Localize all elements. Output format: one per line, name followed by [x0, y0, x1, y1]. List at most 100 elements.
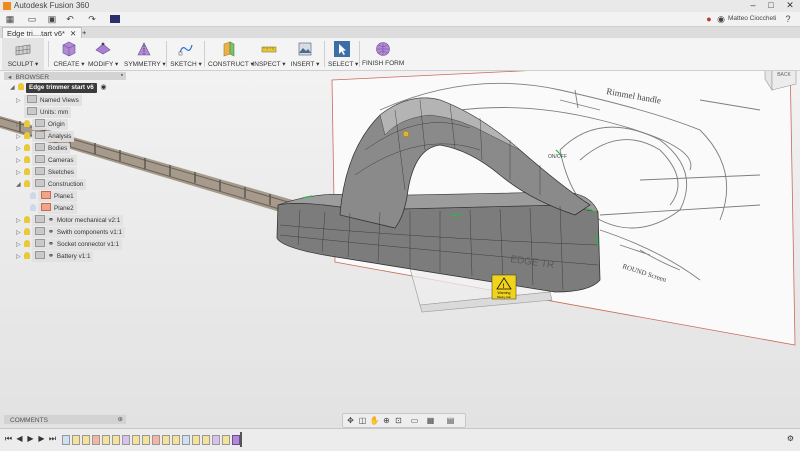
timeline-feature[interactable]: [132, 435, 140, 445]
visibility-bulb-icon[interactable]: [24, 228, 30, 235]
browser-node-motor[interactable]: ▷ ⚭ Motor mechanical v2:1: [16, 215, 124, 226]
expand-arrow-icon[interactable]: ▷: [16, 216, 24, 226]
timeline-feature[interactable]: [212, 435, 220, 445]
timeline-feature[interactable]: [122, 435, 130, 445]
visibility-bulb-icon[interactable]: [24, 252, 30, 259]
timeline-feature[interactable]: [112, 435, 120, 445]
visibility-bulb-icon[interactable]: [24, 144, 30, 151]
add-comment-icon[interactable]: ⊕: [118, 415, 123, 423]
browser-node-bodies[interactable]: ▷ Bodies: [16, 143, 71, 154]
pivot-point-icon[interactable]: [402, 130, 410, 138]
look-at-icon[interactable]: ◫: [357, 415, 368, 426]
browser-node-units[interactable]: Units: mm: [16, 107, 72, 118]
timeline-feature[interactable]: [182, 435, 190, 445]
visibility-bulb-icon[interactable]: [24, 132, 30, 139]
expand-arrow-icon[interactable]: ▷: [16, 132, 24, 142]
data-panel-grid-icon[interactable]: ▦: [4, 13, 16, 25]
timeline-feature[interactable]: [192, 435, 200, 445]
timeline-feature[interactable]: [152, 435, 160, 445]
job-status-icon[interactable]: [110, 15, 120, 23]
expand-arrow-icon[interactable]: ▷: [16, 96, 24, 106]
timeline-settings-icon[interactable]: ⚙: [786, 434, 795, 444]
user-icon[interactable]: ◉: [716, 13, 726, 25]
timeline-feature[interactable]: [222, 435, 230, 445]
finish-form-button[interactable]: FINISH FORM: [362, 38, 404, 70]
insert-menu[interactable]: INSERT ▾: [290, 38, 320, 70]
browser-node-named-views[interactable]: ▷ Named Views: [16, 95, 82, 106]
construct-menu[interactable]: CONSTRUCT ▾: [208, 38, 254, 70]
grid-settings-icon[interactable]: ▦: [425, 415, 436, 426]
visibility-bulb-icon[interactable]: [24, 156, 30, 163]
undo-icon[interactable]: ↶: [64, 13, 76, 25]
modify-menu[interactable]: MODIFY ▾: [88, 38, 118, 70]
timeline-feature[interactable]: [162, 435, 170, 445]
browser-node-plane1[interactable]: Plane1: [30, 191, 77, 202]
save-icon[interactable]: ▣: [46, 13, 58, 25]
workspace-switcher[interactable]: SCULPT ▾: [2, 38, 44, 70]
timeline-feature[interactable]: [142, 435, 150, 445]
create-menu[interactable]: CREATE ▾: [52, 38, 86, 70]
expand-arrow-icon[interactable]: ▷: [16, 156, 24, 166]
expand-arrow-icon[interactable]: ◢: [10, 83, 18, 93]
tab-close-icon[interactable]: ✕: [70, 29, 76, 38]
timeline-feature[interactable]: [62, 435, 70, 445]
browser-node-sketches[interactable]: ▷ Sketches: [16, 167, 77, 178]
timeline-feature[interactable]: [92, 435, 100, 445]
play-icon[interactable]: ▶: [26, 434, 35, 444]
user-name[interactable]: Matteo Cioccheti: [728, 13, 778, 25]
timeline-feature[interactable]: [82, 435, 90, 445]
expand-arrow-icon[interactable]: ▷: [16, 228, 24, 238]
step-back-icon[interactable]: ◀: [15, 434, 24, 444]
timeline-feature[interactable]: [102, 435, 110, 445]
minimize-button[interactable]: –: [744, 0, 762, 12]
browser-node-switch[interactable]: ▷ ⚭ Swith components v1:1: [16, 227, 125, 238]
visibility-bulb-icon[interactable]: [24, 180, 30, 187]
browser-node-socket[interactable]: ▷ ⚭ Socket connector v1:1: [16, 239, 123, 250]
new-tab-button[interactable]: +: [78, 27, 94, 38]
sketch-menu[interactable]: SKETCH ▾: [170, 38, 202, 70]
browser-node-construction[interactable]: ◢ Construction: [16, 179, 87, 190]
go-to-end-icon[interactable]: ⏭: [48, 434, 57, 444]
viewports-icon[interactable]: ▤: [445, 415, 456, 426]
go-to-start-icon[interactable]: ⏮: [4, 434, 13, 444]
select-menu[interactable]: SELECT ▾: [328, 38, 358, 70]
maximize-button[interactable]: □: [762, 0, 780, 12]
inspect-menu[interactable]: INSPECT ▾: [252, 38, 286, 70]
collapse-icon[interactable]: ◂: [8, 74, 11, 81]
redo-icon[interactable]: ↷: [86, 13, 98, 25]
expand-arrow-icon[interactable]: ▷: [16, 252, 24, 262]
browser-node-battery[interactable]: ▷ ⚭ Battery v1:1: [16, 251, 94, 262]
timeline-feature-form[interactable]: [232, 435, 240, 445]
radio-active-icon[interactable]: ◉: [101, 84, 107, 91]
fit-icon[interactable]: ⊡: [393, 415, 404, 426]
expand-arrow-icon[interactable]: ▷: [16, 240, 24, 250]
browser-panel-header[interactable]: ◂ BROWSER ▪: [4, 72, 126, 81]
timeline-feature[interactable]: [202, 435, 210, 445]
browser-node-origin[interactable]: ▷ Origin: [16, 119, 68, 130]
visibility-bulb-icon[interactable]: [18, 83, 24, 90]
expand-arrow-icon[interactable]: ▷: [16, 120, 24, 130]
expand-arrow-icon[interactable]: ▷: [16, 168, 24, 178]
step-forward-icon[interactable]: ▶: [37, 434, 46, 444]
symmetry-menu[interactable]: SYMMETRY ▾: [124, 38, 166, 70]
orbit-icon[interactable]: ✥: [345, 415, 356, 426]
visibility-bulb-icon[interactable]: [24, 120, 30, 127]
browser-node-analysis[interactable]: ▷ Analysis: [16, 131, 75, 142]
expand-arrow-icon[interactable]: ◢: [16, 180, 24, 190]
file-menu-icon[interactable]: ▭: [26, 13, 38, 25]
visibility-bulb-icon[interactable]: [30, 204, 36, 211]
browser-node-cameras[interactable]: ▷ Cameras: [16, 155, 77, 166]
visibility-bulb-icon[interactable]: [24, 216, 30, 223]
pin-icon[interactable]: ▪: [121, 72, 123, 79]
record-icon[interactable]: ●: [704, 13, 714, 25]
visibility-bulb-icon[interactable]: [24, 240, 30, 247]
zoom-icon[interactable]: ⊕: [381, 415, 392, 426]
pan-hand-icon[interactable]: ✋: [369, 415, 380, 426]
expand-arrow-icon[interactable]: ▷: [16, 144, 24, 154]
close-button[interactable]: ✕: [781, 0, 799, 12]
timeline-feature[interactable]: [172, 435, 180, 445]
comments-panel-header[interactable]: COMMENTS ⊕: [4, 415, 126, 424]
visibility-bulb-icon[interactable]: [24, 168, 30, 175]
timeline-feature[interactable]: [72, 435, 80, 445]
visibility-bulb-icon[interactable]: [30, 192, 36, 199]
